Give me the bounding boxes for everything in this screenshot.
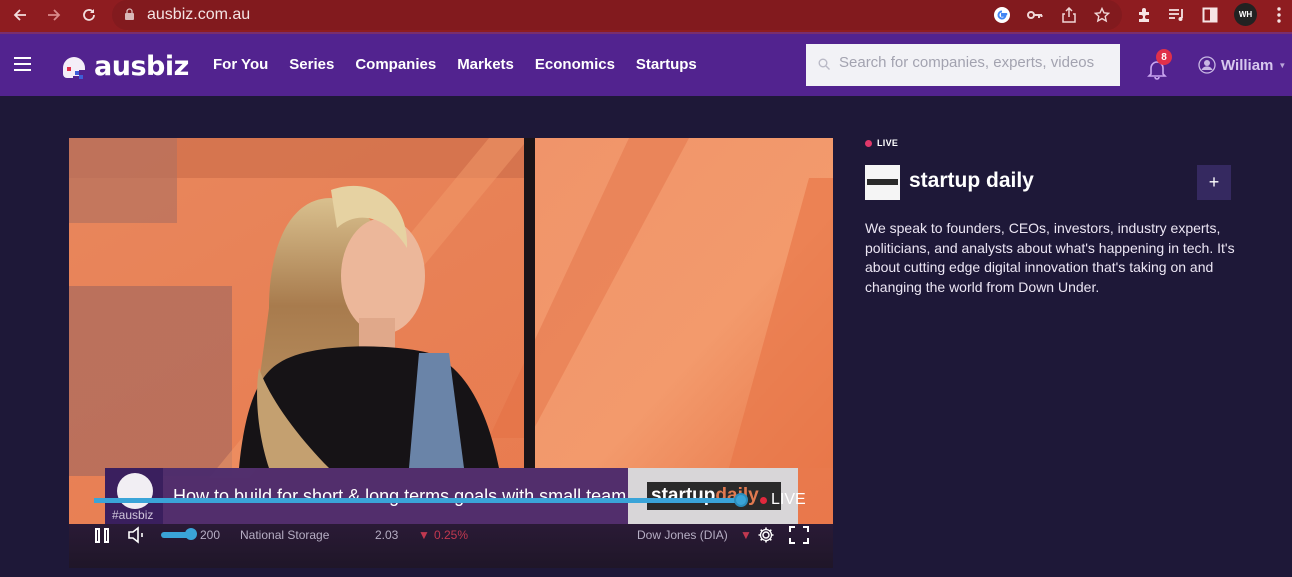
volume-handle[interactable] (185, 528, 197, 540)
notifications-badge: 8 (1156, 49, 1172, 65)
logo-text: ausbiz (94, 51, 189, 82)
show-info-panel: LIVE startup daily + We speak to founder… (865, 138, 1235, 295)
fullscreen-icon (789, 526, 809, 544)
nav-for-you[interactable]: For You (213, 56, 268, 73)
key-icon[interactable] (1024, 4, 1046, 26)
volume-icon (128, 526, 143, 544)
nav-markets[interactable]: Markets (457, 56, 514, 73)
user-menu[interactable]: William ▼ (1198, 56, 1286, 74)
back-button[interactable] (10, 5, 30, 25)
ausbiz-logo-mark-icon (63, 56, 85, 79)
nav-economics[interactable]: Economics (535, 56, 615, 73)
show-header: startup daily + (865, 165, 1231, 201)
forward-icon (48, 9, 61, 21)
live-badge-label: LIVE (877, 138, 899, 148)
user-avatar-icon (1198, 56, 1216, 74)
volume-button[interactable] (127, 526, 147, 544)
video-headline: How to build for short & long terms goal… (173, 486, 627, 506)
media-icon[interactable] (1166, 4, 1188, 26)
hamburger-menu-icon[interactable] (14, 57, 31, 71)
follow-button[interactable]: + (1197, 165, 1231, 200)
address-bar[interactable]: ausbiz.com.au (112, 0, 1122, 30)
search-box (806, 44, 1120, 86)
live-badge: LIVE (865, 138, 1235, 148)
star-icon[interactable] (1091, 4, 1113, 26)
forward-button[interactable] (44, 5, 64, 25)
site-header: ausbiz For You Series Companies Markets … (0, 32, 1292, 96)
show-description: We speak to founders, CEOs, investors, i… (865, 220, 1235, 295)
fullscreen-button[interactable] (789, 526, 809, 544)
search-input[interactable] (839, 54, 1109, 71)
ausbiz-orb-icon (117, 473, 153, 509)
nav-series[interactable]: Series (289, 56, 334, 73)
google-icon[interactable] (991, 4, 1013, 26)
main-nav: For You Series Companies Markets Economi… (213, 56, 718, 73)
down-arrow-icon: ▼ (418, 528, 430, 542)
plus-icon: + (1208, 172, 1220, 192)
ticker-price: 2.03 (375, 528, 399, 542)
user-name: William (1221, 56, 1274, 74)
pause-button[interactable] (93, 526, 111, 544)
share-icon[interactable] (1058, 4, 1080, 26)
live-indicator-dot (760, 497, 767, 504)
settings-icon (758, 527, 774, 543)
pause-icon (95, 527, 100, 543)
progress-handle[interactable] (734, 493, 748, 507)
progress-bar[interactable] (94, 498, 743, 503)
live-dot-icon (865, 139, 872, 147)
ticker-change: 0.25% (434, 528, 469, 542)
sidepanel-icon[interactable] (1199, 4, 1221, 26)
chevron-down-icon: ▼ (1278, 60, 1287, 70)
ticker-name: Dow Jones (DIA) (637, 528, 728, 542)
back-icon (13, 9, 26, 21)
ticker-partial-value: 200 (200, 528, 221, 542)
nav-startups[interactable]: Startups (636, 56, 697, 73)
search-icon (818, 58, 830, 70)
reload-icon (83, 9, 95, 21)
ausbiz-logo[interactable]: ausbiz (61, 51, 189, 82)
reload-button[interactable] (79, 5, 99, 25)
profile-avatar[interactable]: WH (1234, 3, 1257, 26)
nav-companies[interactable]: Companies (355, 56, 436, 73)
show-title[interactable]: startup daily (909, 169, 1034, 193)
live-label[interactable]: LIVE (771, 491, 806, 509)
startup-daily-logo: startupdaily (647, 482, 781, 510)
show-thumbnail[interactable] (865, 165, 900, 200)
video-player[interactable]: #ausbiz How to build for short & long te… (69, 138, 833, 568)
hashtag-label: #ausbiz (112, 508, 154, 522)
lock-icon (125, 8, 134, 20)
menu-icon[interactable] (1268, 4, 1290, 26)
extensions-icon[interactable] (1133, 4, 1155, 26)
browser-toolbar: ausbiz.com.au WH (0, 0, 1292, 32)
down-arrow-icon: ▼ (740, 528, 752, 542)
settings-button[interactable] (757, 526, 775, 544)
url-text[interactable]: ausbiz.com.au (147, 6, 250, 24)
ticker-name: National Storage (240, 528, 330, 542)
